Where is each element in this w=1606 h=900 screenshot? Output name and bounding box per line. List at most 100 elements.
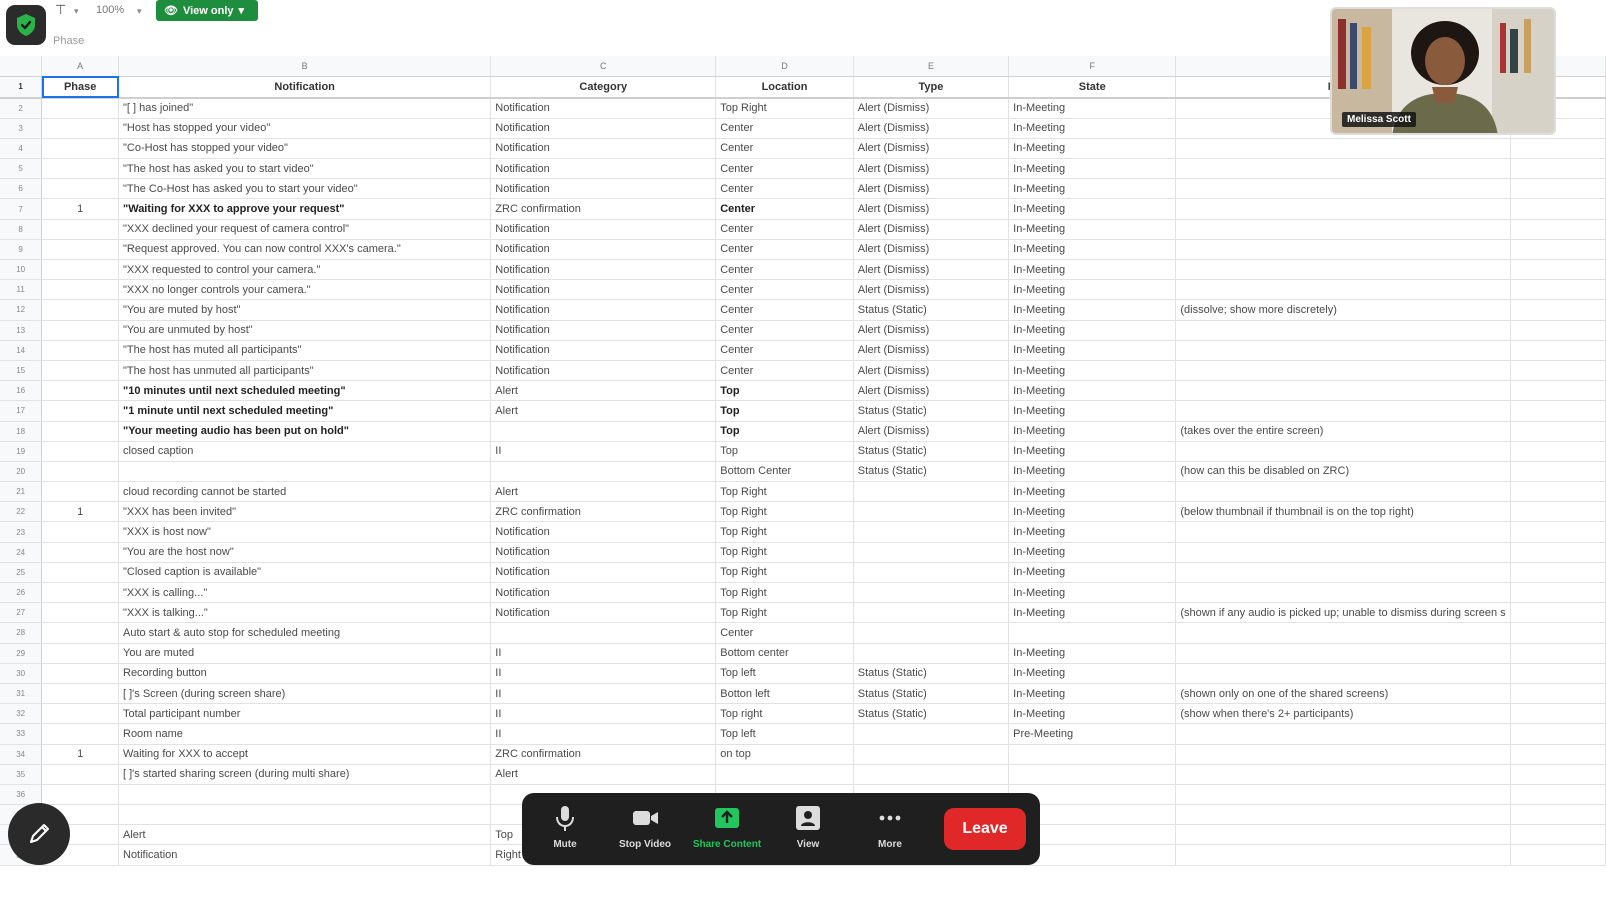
location-cell[interactable]: Center	[715, 118, 854, 139]
state-cell[interactable]: In-Meeting	[1008, 521, 1177, 543]
type-cell[interactable]: Alert (Dismiss)	[853, 98, 1010, 119]
notes-cell[interactable]	[1175, 239, 1511, 261]
notes-cell[interactable]: (shown if any audio is picked up; unable…	[1175, 602, 1511, 624]
cell[interactable]	[1510, 340, 1606, 361]
phase-cell[interactable]	[41, 461, 119, 483]
filter-icon[interactable]: ⊤	[55, 2, 66, 18]
cell[interactable]	[1510, 622, 1606, 644]
cell[interactable]	[1510, 299, 1606, 321]
category-cell[interactable]	[490, 421, 717, 442]
phase-cell[interactable]	[41, 723, 119, 745]
location-cell[interactable]: Center	[715, 219, 854, 240]
type-cell[interactable]: Alert (Dismiss)	[853, 178, 1010, 200]
row-number[interactable]: 34	[0, 744, 43, 765]
cell[interactable]	[1510, 521, 1606, 543]
type-cell[interactable]: Alert (Dismiss)	[853, 259, 1010, 281]
notification-cell[interactable]: "XXX has been invited"	[118, 501, 492, 523]
notes-cell[interactable]	[1175, 582, 1511, 604]
row-number[interactable]: 35	[0, 764, 43, 785]
row-number[interactable]: 30	[0, 663, 43, 684]
column-header-c[interactable]: C	[490, 56, 717, 77]
cell[interactable]	[1510, 501, 1606, 523]
state-cell[interactable]: In-Meeting	[1008, 562, 1177, 584]
category-cell[interactable]: II	[490, 441, 717, 462]
category-cell[interactable]: Notification	[490, 118, 717, 139]
category-cell[interactable]: II	[490, 643, 717, 664]
category-cell[interactable]: Notification	[490, 542, 717, 563]
row-number[interactable]: 1	[0, 76, 43, 99]
notification-cell[interactable]: Room name	[118, 723, 492, 745]
header-cell-category[interactable]: Category	[490, 76, 717, 99]
notes-cell[interactable]	[1175, 259, 1511, 281]
notes-cell[interactable]: (dissolve; show more discretely)	[1175, 299, 1511, 321]
notification-cell[interactable]: "Co-Host has stopped your video"	[118, 138, 492, 160]
cell[interactable]	[1510, 764, 1606, 785]
state-cell[interactable]: In-Meeting	[1008, 158, 1177, 180]
notification-cell[interactable]: "You are the host now"	[118, 542, 492, 563]
type-cell[interactable]: Status (Static)	[853, 461, 1010, 483]
cell[interactable]	[1510, 804, 1606, 826]
notes-cell[interactable]	[1175, 764, 1511, 785]
notification-cell[interactable]: "You are unmuted by host"	[118, 320, 492, 341]
category-cell[interactable]: Notification	[490, 98, 717, 119]
column-header-b[interactable]: B	[118, 56, 492, 77]
phase-cell[interactable]	[41, 259, 119, 281]
category-cell[interactable]: Notification	[490, 340, 717, 361]
phase-cell[interactable]: 1	[41, 744, 119, 765]
cell[interactable]	[1510, 279, 1606, 301]
phase-cell[interactable]	[41, 219, 119, 240]
category-cell[interactable]: Notification	[490, 521, 717, 543]
more-button[interactable]: More	[855, 803, 925, 859]
cell[interactable]	[1510, 400, 1606, 422]
notification-cell[interactable]: "XXX is talking..."	[118, 602, 492, 624]
category-cell[interactable]: Notification	[490, 602, 717, 624]
share-content-button[interactable]: Share Content	[692, 803, 762, 859]
column-header-e[interactable]: E	[853, 56, 1010, 77]
location-cell[interactable]	[715, 764, 854, 785]
cell[interactable]	[1510, 824, 1606, 846]
row-number[interactable]: 26	[0, 582, 43, 604]
notes-cell[interactable]	[1175, 663, 1511, 684]
state-cell[interactable]: In-Meeting	[1008, 542, 1177, 563]
category-cell[interactable]: Notification	[490, 299, 717, 321]
notes-cell[interactable]: (takes over the entire screen)	[1175, 421, 1511, 442]
row-number[interactable]: 7	[0, 198, 43, 220]
category-cell[interactable]: Notification	[490, 239, 717, 261]
notification-cell[interactable]: "The host has unmuted all participants"	[118, 360, 492, 382]
cell[interactable]	[1510, 643, 1606, 664]
phase-cell[interactable]	[41, 602, 119, 624]
location-cell[interactable]: Center	[715, 198, 854, 220]
notes-cell[interactable]	[1175, 138, 1511, 160]
notes-cell[interactable]	[1175, 441, 1511, 462]
phase-cell[interactable]	[41, 360, 119, 382]
phase-cell[interactable]	[41, 299, 119, 321]
type-cell[interactable]: Status (Static)	[853, 683, 1010, 705]
notification-cell[interactable]: "The host has muted all participants"	[118, 340, 492, 361]
phase-cell[interactable]	[41, 643, 119, 664]
row-number[interactable]: 2	[0, 98, 43, 119]
phase-cell[interactable]	[41, 340, 119, 361]
cell[interactable]	[1510, 441, 1606, 462]
zoom-select[interactable]: 100%	[96, 4, 124, 16]
corner-cell[interactable]	[0, 56, 43, 77]
row-number[interactable]: 13	[0, 320, 43, 341]
location-cell[interactable]: Top Right	[715, 582, 854, 604]
notes-cell[interactable]	[1175, 178, 1511, 200]
location-cell[interactable]: Center	[715, 340, 854, 361]
notes-cell[interactable]	[1175, 198, 1511, 220]
category-cell[interactable]: Notification	[490, 562, 717, 584]
category-cell[interactable]: II	[490, 723, 717, 745]
type-cell[interactable]	[853, 723, 1010, 745]
type-cell[interactable]	[853, 602, 1010, 624]
formula-bar[interactable]: Phase	[50, 32, 1330, 50]
category-cell[interactable]: Notification	[490, 360, 717, 382]
phase-cell[interactable]	[41, 562, 119, 584]
type-cell[interactable]	[853, 622, 1010, 644]
notification-cell[interactable]: "[ ] has joined"	[118, 98, 492, 119]
cell[interactable]	[1510, 723, 1606, 745]
state-cell[interactable]: In-Meeting	[1008, 703, 1177, 725]
category-cell[interactable]: Alert	[490, 764, 717, 785]
state-cell[interactable]: In-Meeting	[1008, 481, 1177, 503]
notification-cell[interactable]: Alert	[118, 824, 492, 846]
annotate-button[interactable]	[8, 803, 70, 865]
